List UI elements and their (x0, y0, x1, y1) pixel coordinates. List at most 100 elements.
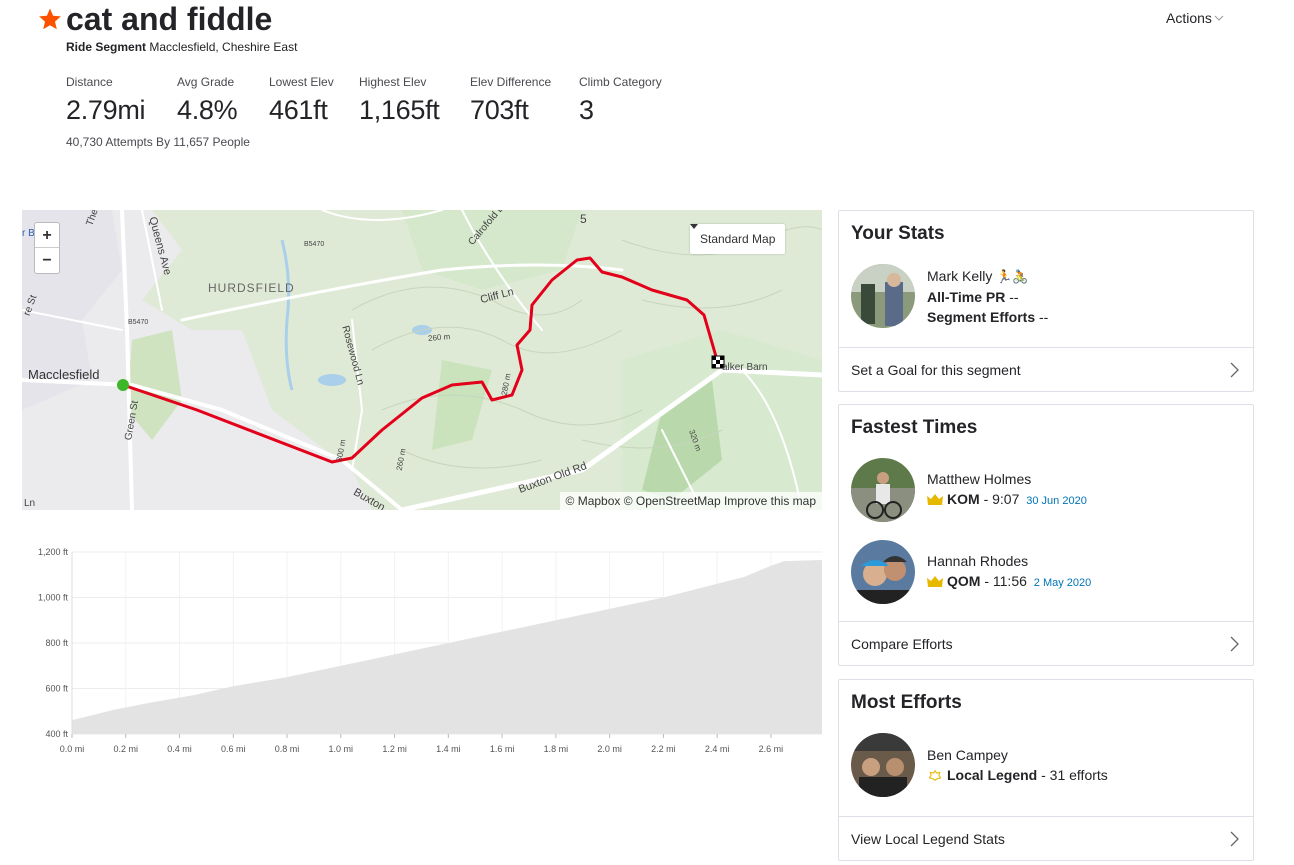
kom-badge: KOM (947, 491, 980, 507)
stat-avg-grade: Avg Grade 4.8% (177, 75, 245, 126)
local-legend-badge: Local Legend (947, 767, 1038, 783)
map-label-contour: 260 m (427, 332, 451, 343)
stat-elev-difference: Elev Difference 703ft (470, 75, 555, 126)
y-tick-label: 1,200 ft (38, 547, 69, 557)
map-label-hurdsfield: HURDSFIELD (208, 281, 295, 295)
local-legend-icon (928, 770, 942, 781)
map-label-five: 5 (580, 212, 587, 226)
link-label: Compare Efforts (851, 635, 953, 652)
chevron-right-icon (1230, 636, 1239, 651)
map-attribution[interactable]: © Mapbox © OpenStreetMap Improve this ma… (559, 492, 822, 510)
x-tick-label: 2.4 mi (705, 744, 730, 754)
y-tick-label: 1,000 ft (38, 593, 69, 603)
crown-icon (927, 494, 943, 505)
stat-value: 4.8% (177, 95, 238, 125)
x-tick-label: 1.2 mi (382, 744, 407, 754)
athlete-row: Mark Kelly 🏃🚴 All-Time PR -- Segment Eff… (839, 263, 1253, 329)
kom-date[interactable]: 30 Jun 2020 (1026, 495, 1087, 507)
page-title: cat and fiddle (66, 1, 273, 37)
stat-label: Avg Grade (177, 75, 235, 89)
zoom-out-button[interactable]: − (35, 248, 59, 273)
kom-time: - 9:07 (983, 491, 1020, 507)
athlete-info: Mark Kelly 🏃🚴 All-Time PR -- Segment Eff… (927, 266, 1048, 327)
stat-value: 3 (579, 95, 594, 125)
x-tick-label: 0.6 mi (221, 744, 246, 754)
segment-type: Ride Segment (66, 40, 147, 54)
y-tick-label: 800 ft (45, 638, 68, 648)
qom-row: Hannah Rhodes QOM - 11:56 2 May 2020 (839, 539, 1253, 605)
kom-row: Matthew Holmes KOM - 9:07 30 Jun 2020 (839, 457, 1253, 523)
map-canvas[interactable] (22, 210, 822, 510)
segment-location: Macclesfield, Cheshire East (149, 40, 298, 54)
map-label-r-b: r B (22, 228, 35, 239)
segment-header: cat and fiddle (38, 0, 272, 38)
stat-distance: Distance 2.79mi (66, 75, 153, 126)
athlete-info: Ben Campey Local Legend - 31 efforts (927, 745, 1108, 785)
segment-map[interactable]: Macclesfield HURDSFIELD Queens Ave Cliff… (22, 210, 822, 510)
y-tick-label: 400 ft (45, 729, 68, 739)
star-icon[interactable] (38, 7, 62, 31)
athlete-name[interactable]: Matthew Holmes (927, 469, 1087, 489)
map-label-b5470: B5470 (128, 319, 149, 326)
stat-value: 461ft (269, 95, 328, 125)
stat-label: Climb Category (579, 75, 662, 89)
map-style-dropdown[interactable]: Standard Map (690, 224, 786, 254)
your-stats-card: Your Stats Mark Kelly 🏃🚴 All-Time PR -- … (838, 210, 1254, 392)
stat-value: 1,165ft (359, 95, 440, 125)
fastest-times-card: Fastest Times Matthew Holmes KOM - 9:07 … (838, 404, 1254, 666)
elevation-chart: 1,200 ft 1,000 ft 800 ft 600 ft 400 ft 0.0 mi… (38, 547, 822, 754)
crown-icon (927, 576, 943, 587)
y-tick-label: 600 ft (45, 684, 68, 694)
stat-value: 2.79mi (66, 95, 146, 125)
avatar[interactable] (851, 733, 915, 797)
zoom-control: + − (34, 222, 60, 274)
avatar[interactable] (851, 264, 915, 328)
link-label: View Local Legend Stats (851, 830, 1005, 847)
x-tick-label: 1.0 mi (329, 744, 354, 754)
stat-label: Elev Difference (470, 75, 552, 89)
x-tick-label: 2.0 mi (597, 744, 622, 754)
activity-type-icons: 🏃🚴 (996, 268, 1029, 284)
stat-label: Distance (66, 75, 113, 89)
x-tick-label: 2.2 mi (651, 744, 676, 754)
most-efforts-card: Most Efforts Ben Campey Local Legend - 3… (838, 679, 1254, 861)
actions-label: Actions (1166, 10, 1212, 26)
qom-date[interactable]: 2 May 2020 (1034, 577, 1091, 589)
map-label-b5470: B5470 (304, 241, 325, 248)
athlete-name[interactable]: Mark Kelly (927, 268, 992, 284)
x-tick-label: 0.8 mi (275, 744, 300, 754)
x-tick-label: 0.0 mi (60, 744, 85, 754)
athlete-name[interactable]: Hannah Rhodes (927, 551, 1091, 571)
chevron-down-icon (1214, 15, 1224, 21)
attempts-count: 40,730 Attempts By 11,657 People (66, 135, 250, 149)
zoom-in-button[interactable]: + (35, 223, 59, 248)
x-tick-label: 1.4 mi (436, 744, 461, 754)
card-title: Most Efforts (851, 692, 962, 713)
qom-time: - 11:56 (984, 573, 1027, 589)
set-goal-link[interactable]: Set a Goal for this segment (839, 347, 1253, 391)
map-style-label: Standard Map (700, 232, 776, 246)
avatar[interactable] (851, 458, 915, 522)
athlete-name[interactable]: Ben Campey (927, 745, 1108, 765)
qom-badge: QOM (947, 573, 981, 589)
stat-value: 703ft (470, 95, 529, 125)
view-local-legend-link[interactable]: View Local Legend Stats (839, 816, 1253, 860)
avatar[interactable] (851, 540, 915, 604)
stat-lowest-elev: Lowest Elev 461ft (269, 75, 335, 126)
map-label-macclesfield: Macclesfield (28, 367, 100, 382)
compare-efforts-link[interactable]: Compare Efforts (839, 621, 1253, 665)
chevron-right-icon (1230, 831, 1239, 846)
chevron-right-icon (1230, 362, 1239, 377)
map-label-walker-barn: alker Barn (722, 362, 768, 373)
elevation-area (72, 560, 822, 734)
local-legend-row: Ben Campey Local Legend - 31 efforts (839, 732, 1253, 798)
segment-subtitle: Ride Segment Macclesfield, Cheshire East (66, 40, 297, 54)
segment-stats: Distance 2.79mi Avg Grade 4.8% Lowest El… (66, 75, 686, 126)
efforts-label: Segment Efforts (927, 308, 1036, 325)
x-tick-label: 1.8 mi (544, 744, 569, 754)
start-marker (117, 379, 129, 391)
effort-count: - 31 efforts (1041, 767, 1108, 783)
card-title: Your Stats (851, 223, 945, 244)
actions-menu[interactable]: Actions (1166, 10, 1224, 26)
pr-value: -- (1009, 288, 1019, 305)
